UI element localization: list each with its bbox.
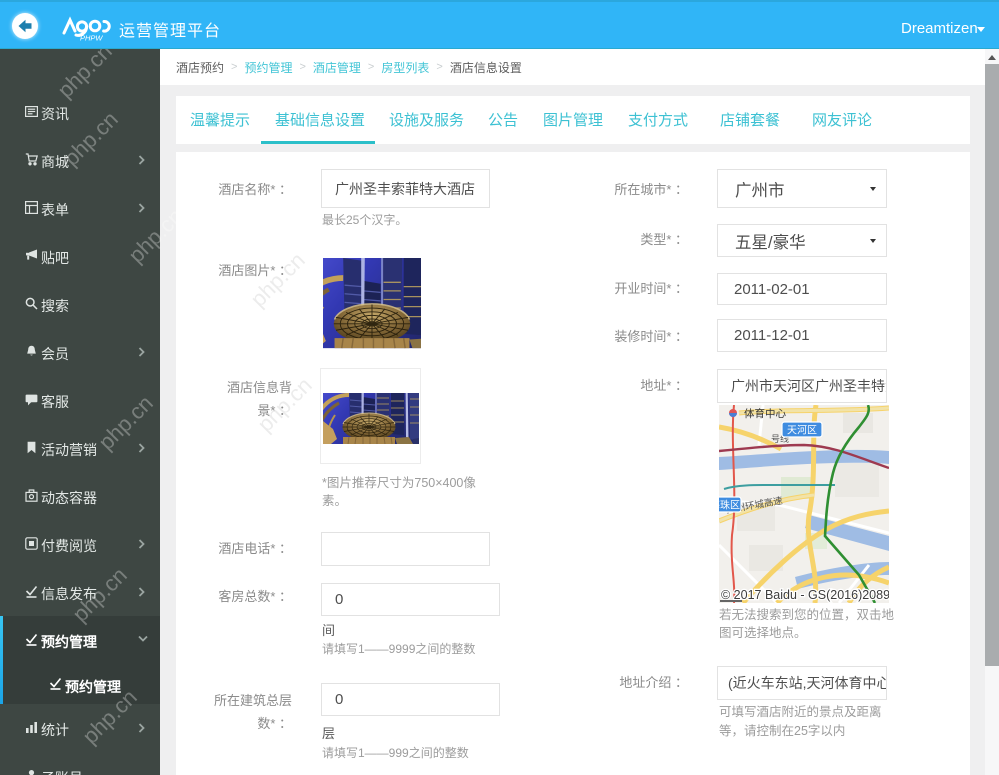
svg-text:天河区: 天河区 [787, 425, 817, 437]
svg-text:© 2017 Baidu - GS(2016)2089号: © 2017 Baidu - GS(2016)2089号 [721, 588, 889, 602]
svg-text:体育中心: 体育中心 [744, 407, 786, 420]
svg-text:PHPW: PHPW [80, 34, 103, 43]
svg-text:海珠区: 海珠区 [719, 499, 740, 512]
